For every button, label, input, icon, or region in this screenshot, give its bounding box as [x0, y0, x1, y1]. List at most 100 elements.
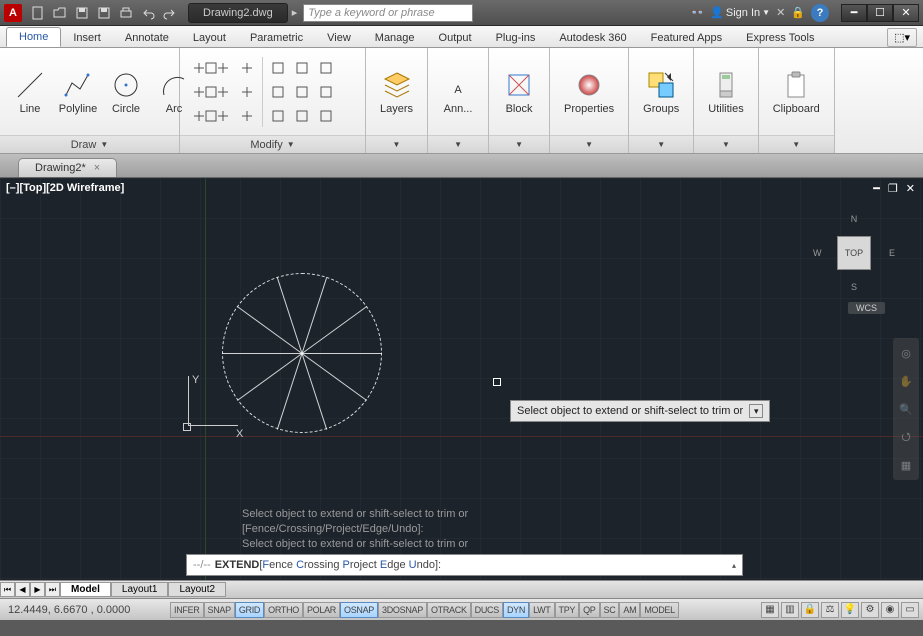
clipboard-button[interactable]: Clipboard — [767, 65, 826, 119]
ribbon-tab-output[interactable]: Output — [427, 29, 484, 47]
ribbon-tab-manage[interactable]: Manage — [363, 29, 427, 47]
play-icon[interactable]: ▸ — [292, 6, 298, 19]
ribbon-tab-plug-ins[interactable]: Plug-ins — [484, 29, 548, 47]
ribbon-minimize-button[interactable]: ⬚▾ — [887, 28, 917, 47]
selected-circle[interactable] — [222, 273, 382, 433]
panel-expand[interactable]: ▼ — [489, 135, 549, 153]
polyline-button[interactable]: Polyline — [56, 65, 100, 119]
status-infer-button[interactable]: INFER — [170, 602, 204, 618]
layout-tab-model[interactable]: Model — [60, 582, 111, 597]
join-icon[interactable] — [267, 105, 289, 127]
break-icon[interactable] — [315, 81, 337, 103]
reverse-icon[interactable] — [315, 105, 337, 127]
status-visibility-icon[interactable]: 💡 — [841, 602, 859, 618]
close-icon[interactable]: × — [94, 162, 100, 174]
status-snap-button[interactable]: SNAP — [204, 602, 235, 618]
ribbon-tab-layout[interactable]: Layout — [181, 29, 238, 47]
ribbon-tab-autodesk-360[interactable]: Autodesk 360 — [547, 29, 638, 47]
vp-close-icon[interactable]: ✕ — [906, 182, 915, 195]
viewcube-w[interactable]: W — [813, 248, 822, 258]
nav-showmotion-icon[interactable]: ▦ — [897, 456, 915, 474]
ribbon-tab-home[interactable]: Home — [6, 27, 61, 47]
ribbon-tab-annotate[interactable]: Annotate — [113, 29, 181, 47]
panel-expand[interactable]: ▼ — [694, 135, 757, 153]
qat-redo-icon[interactable] — [160, 3, 180, 23]
lengthen-icon[interactable] — [291, 105, 313, 127]
status-scale-icon[interactable]: ⚖ — [821, 602, 839, 618]
maximize-button[interactable]: ☐ — [867, 4, 893, 22]
status-hardware-icon[interactable]: ⚙ — [861, 602, 879, 618]
panel-label-draw[interactable]: Draw▼ — [0, 135, 179, 153]
status-lwt-button[interactable]: LWT — [529, 602, 554, 618]
minimize-button[interactable]: ━ — [841, 4, 867, 22]
status-otrack-button[interactable]: OTRACK — [427, 602, 471, 618]
layout-last-icon[interactable]: ⏭ — [45, 582, 60, 597]
qat-save-icon[interactable] — [72, 3, 92, 23]
qat-undo-icon[interactable] — [138, 3, 158, 23]
rect2-icon[interactable] — [267, 81, 289, 103]
status-model-button[interactable]: MODEL — [640, 602, 679, 618]
panel-expand[interactable]: ▼ — [550, 135, 628, 153]
array-icon[interactable] — [236, 105, 258, 127]
status-quickview-icon[interactable]: ▥ — [781, 602, 799, 618]
ribbon-tab-insert[interactable]: Insert — [61, 29, 113, 47]
rotate-icon[interactable] — [212, 57, 234, 79]
stretch-icon[interactable] — [188, 105, 210, 127]
panel-label-modify[interactable]: Modify▼ — [180, 135, 365, 153]
status-am-button[interactable]: AM — [619, 602, 640, 618]
coordinates-readout[interactable]: 12.4449, 6.6670 , 0.0000 — [0, 604, 170, 616]
close-button[interactable]: ✕ — [893, 4, 919, 22]
mirror-icon[interactable] — [212, 81, 234, 103]
utilities-button[interactable]: Utilities — [702, 65, 749, 119]
status-osnap-button[interactable]: OSNAP — [340, 602, 378, 618]
panel-expand[interactable]: ▼ — [428, 135, 488, 153]
viewport-controls-label[interactable]: [–][Top][2D Wireframe] — [6, 182, 124, 194]
scale-icon[interactable] — [212, 105, 234, 127]
align-icon[interactable] — [291, 81, 313, 103]
help-icon[interactable]: ? — [811, 4, 829, 22]
status-annoscale-icon[interactable]: 🔒 — [801, 602, 819, 618]
panel-expand[interactable]: ▼ — [759, 135, 834, 153]
nav-pan-icon[interactable]: ✋ — [897, 372, 915, 390]
nav-orbit-icon[interactable]: ⭯ — [897, 428, 915, 446]
ribbon-tab-view[interactable]: View — [315, 29, 363, 47]
status-qp-button[interactable]: QP — [579, 602, 599, 618]
layers-button[interactable]: Layers — [374, 65, 419, 119]
layout-tab-layout1[interactable]: Layout1 — [111, 582, 169, 597]
annotation-button[interactable]: AAnn... — [436, 65, 480, 119]
nav-zoom-icon[interactable]: 🔍 — [897, 400, 915, 418]
status-3dosnap-button[interactable]: 3DOSNAP — [378, 602, 427, 618]
copy-icon[interactable] — [188, 81, 210, 103]
ribbon-tab-featured-apps[interactable]: Featured Apps — [639, 29, 735, 47]
properties-button[interactable]: Properties — [558, 65, 620, 119]
tooltip-options-icon[interactable]: ▾ — [749, 404, 763, 418]
app-icon[interactable]: A — [4, 4, 22, 22]
circle-button[interactable]: Circle — [104, 65, 148, 119]
line-button[interactable]: Line — [8, 65, 52, 119]
viewcube-face[interactable]: TOP — [837, 236, 871, 270]
qat-new-icon[interactable] — [28, 3, 48, 23]
status-dyn-button[interactable]: DYN — [503, 602, 529, 618]
vp-minimize-icon[interactable]: ━ — [873, 182, 880, 195]
lock-icon[interactable]: 🔒 — [791, 6, 805, 19]
status-isolate-icon[interactable]: ◉ — [881, 602, 899, 618]
layout-prev-icon[interactable]: ◀ — [15, 582, 30, 597]
viewcube-s[interactable]: S — [851, 282, 857, 292]
status-ortho-button[interactable]: ORTHO — [264, 602, 303, 618]
layout-first-icon[interactable]: ⏮ — [0, 582, 15, 597]
status-sc-button[interactable]: SC — [600, 602, 620, 618]
signin-button[interactable]: 👤 Sign In ▼ — [710, 6, 770, 19]
qat-print-icon[interactable] — [116, 3, 136, 23]
layout-next-icon[interactable]: ▶ — [30, 582, 45, 597]
layout-tab-layout2[interactable]: Layout2 — [168, 582, 226, 597]
document-tab[interactable]: Drawing2* × — [18, 158, 117, 177]
status-grid-button[interactable]: GRID — [235, 602, 264, 618]
binoculars-icon[interactable]: 👓 — [691, 6, 705, 19]
status-cleanscreen-icon[interactable]: ▭ — [901, 602, 919, 618]
viewport[interactable]: [–][Top][2D Wireframe] ━ ❐ ✕ Y X Select … — [0, 178, 923, 580]
wcs-badge[interactable]: WCS — [848, 302, 885, 314]
command-line[interactable]: --/-- EXTEND [Fence Crossing Project Edg… — [186, 554, 743, 576]
block-button[interactable]: Block — [497, 65, 541, 119]
status-ducs-button[interactable]: DUCS — [471, 602, 503, 618]
move-icon[interactable] — [188, 57, 210, 79]
